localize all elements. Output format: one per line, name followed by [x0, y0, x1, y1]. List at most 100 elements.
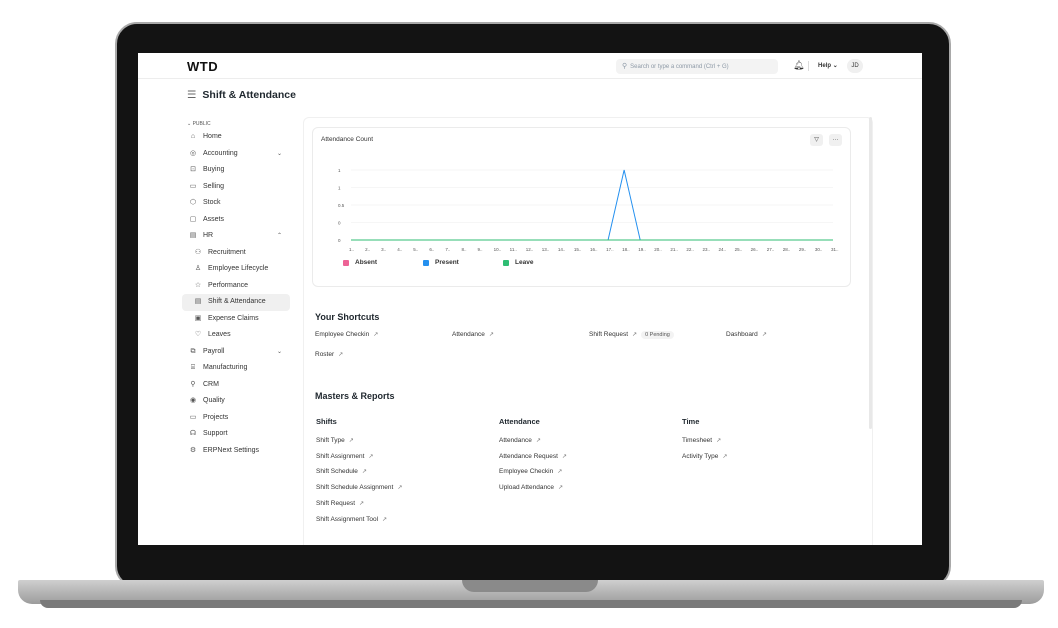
sidebar-item-assets[interactable]: ▢ Assets	[182, 212, 290, 229]
quality-icon: ◉	[189, 397, 197, 404]
sidebar-item-leaves[interactable]: ♡ Leaves	[182, 327, 290, 344]
masters-reports-title: Masters & Reports	[315, 391, 395, 401]
link-label: Timesheet	[682, 437, 713, 444]
shortcut-label: Dashboard	[726, 331, 758, 338]
sidebar-item-employee-lifecycle[interactable]: ♙ Employee Lifecycle	[182, 261, 290, 278]
link-attendance-request[interactable]: Attendance Request ↗	[499, 453, 567, 460]
sidebar-item-home[interactable]: ⌂ Home	[182, 129, 290, 146]
link-shift-assignment[interactable]: Shift Assignment ↗	[316, 453, 373, 460]
link-timesheet[interactable]: Timesheet ↗	[682, 437, 721, 444]
chart-plot: 000.5111.. 2.. 3.. 4.. 5.. 6.. 7.. 8.. 9.. 10.. 11…	[338, 168, 839, 252]
sidebar-item-buying[interactable]: ⊡ Buying	[182, 162, 290, 179]
projects-icon: ▭	[189, 413, 197, 421]
sidebar-item-selling[interactable]: ▭ Selling	[182, 179, 290, 196]
chart-menu-icon[interactable]: ···	[829, 134, 842, 146]
sidebar-item-accounting[interactable]: ◎ Accounting ⌄	[182, 146, 290, 163]
sidebar-item-manufacturing[interactable]: ⌸ Manufacturing	[182, 360, 290, 377]
link-shift-request[interactable]: Shift Request ↗	[316, 500, 364, 507]
link-shift-type[interactable]: Shift Type ↗	[316, 437, 354, 444]
sidebar-item-label: HR	[203, 232, 214, 239]
x-tick-label: 31..	[831, 247, 839, 252]
link-shift-schedule-assignment[interactable]: Shift Schedule Assignment ↗	[316, 484, 402, 491]
x-tick-label: 19..	[638, 247, 646, 252]
x-tick-label: 28..	[783, 247, 791, 252]
shortcut-label: Roster	[315, 351, 335, 358]
sidebar-item-shift-attendance[interactable]: ▤ Shift & Attendance	[182, 294, 290, 311]
pending-badge: 0 Pending	[641, 331, 674, 339]
shortcut-dashboard[interactable]: Dashboard ↗	[726, 331, 767, 338]
legend-swatch	[343, 259, 349, 266]
link-label: Attendance	[499, 437, 532, 444]
legend-item-leave[interactable]: Leave	[503, 259, 583, 266]
sidebar-item-projects[interactable]: ▭ Projects	[182, 410, 290, 427]
filter-icon[interactable]: ▽	[810, 134, 823, 146]
shortcut-label: Employee Checkin	[315, 331, 370, 338]
x-tick-label: 26..	[751, 247, 759, 252]
sidebar-item-stock[interactable]: ⬡ Stock	[182, 195, 290, 212]
notification-bell-icon[interactable]: 🔔︎	[793, 60, 804, 71]
sidebar-item-expense-claims[interactable]: ▣ Expense Claims	[182, 311, 290, 328]
app-logo[interactable]: WTD	[187, 59, 218, 74]
x-tick-label: 8..	[461, 247, 466, 252]
legend-item-absent[interactable]: Absent	[343, 259, 423, 266]
shortcut-shift-request[interactable]: Shift Request ↗ 0 Pending	[589, 331, 674, 339]
chevron-down-icon[interactable]: ⌄	[277, 344, 282, 361]
support-icon: ☊	[189, 430, 197, 437]
screen: WTD ⚲ Search or type a command (Ctrl + G)…	[138, 53, 922, 545]
avatar[interactable]: JD	[847, 59, 863, 73]
shortcut-attendance[interactable]: Attendance ↗	[452, 331, 494, 338]
shortcut-employee-checkin[interactable]: Employee Checkin ↗	[315, 331, 378, 338]
link-upload-attendance[interactable]: Upload Attendance ↗	[499, 484, 563, 491]
sidebar: ⌄ PUBLIC ⌂ Home ◎ Accounting ⌄ ⊡ Buying ▭ Sellin…	[182, 119, 290, 459]
sidebar-item-performance[interactable]: ☆ Performance	[182, 278, 290, 295]
link-label: Shift Assignment	[316, 452, 365, 460]
page-title: Shift & Attendance	[202, 89, 296, 101]
x-tick-label: 25..	[735, 247, 743, 252]
employee-lifecycle-icon: ♙	[194, 265, 202, 272]
sidebar-item-hr[interactable]: ▤ HR ⌃	[182, 228, 290, 245]
sidebar-item-recruitment[interactable]: ⚇ Recruitment	[182, 245, 290, 262]
menu-toggle-icon[interactable]: ☰	[187, 89, 196, 101]
x-tick-label: 30..	[815, 247, 823, 252]
legend-label: Absent	[355, 259, 378, 266]
laptop-base-shadow	[40, 600, 1022, 608]
sidebar-item-label: Stock	[203, 199, 221, 206]
y-tick-label: 0	[338, 220, 341, 225]
sidebar-item-erpnext-settings[interactable]: ⚙ ERPNext Settings	[182, 443, 290, 460]
selling-icon: ▭	[189, 182, 197, 190]
arrow-up-right-icon: ↗	[557, 485, 563, 492]
sidebar-item-crm[interactable]: ⚲ CRM	[182, 377, 290, 394]
link-shift-schedule[interactable]: Shift Schedule ↗	[316, 468, 367, 475]
shortcut-roster[interactable]: Roster ↗	[315, 351, 343, 358]
x-tick-label: 3..	[381, 247, 386, 252]
link-shift-assignment-tool[interactable]: Shift Assignment Tool ↗	[316, 516, 387, 523]
link-attendance[interactable]: Attendance ↗	[499, 437, 541, 444]
x-tick-label: 5..	[413, 247, 418, 252]
sidebar-item-quality[interactable]: ◉ Quality	[182, 393, 290, 410]
sidebar-item-label: Leaves	[208, 331, 231, 338]
link-employee-checkin[interactable]: Employee Checkin ↗	[499, 468, 562, 475]
y-tick-label: 0	[338, 238, 341, 243]
legend-label: Leave	[515, 259, 534, 266]
shortcut-label: Shift Request	[589, 331, 629, 338]
arrow-up-right-icon: ↗	[397, 485, 403, 492]
x-tick-label: 27..	[767, 247, 775, 252]
x-tick-label: 11..	[510, 247, 517, 252]
chevron-up-icon[interactable]: ⌃	[277, 228, 282, 245]
search-input[interactable]: ⚲ Search or type a command (Ctrl + G)	[616, 59, 778, 74]
help-dropdown[interactable]: Help ⌄	[818, 62, 838, 69]
sidebar-item-label: Quality	[203, 397, 225, 404]
navbar: WTD ⚲ Search or type a command (Ctrl + G)…	[138, 53, 922, 79]
sidebar-item-support[interactable]: ☊ Support	[182, 426, 290, 443]
sidebar-section-label[interactable]: ⌄ PUBLIC	[182, 119, 290, 129]
link-activity-type[interactable]: Activity Type ↗	[682, 453, 727, 460]
sidebar-item-label: Payroll	[203, 347, 225, 355]
chart-title: Attendance Count	[321, 136, 374, 143]
chevron-down-icon[interactable]: ⌄	[277, 146, 282, 163]
arrow-up-right-icon: ↗	[722, 453, 728, 460]
sidebar-item-label: Shift & Attendance	[208, 298, 266, 305]
scrollbar[interactable]	[869, 117, 872, 429]
sidebar-item-payroll[interactable]: ⧉ Payroll ⌄	[182, 344, 290, 361]
legend-swatch	[503, 259, 509, 266]
legend-item-present[interactable]: Present	[423, 259, 503, 266]
